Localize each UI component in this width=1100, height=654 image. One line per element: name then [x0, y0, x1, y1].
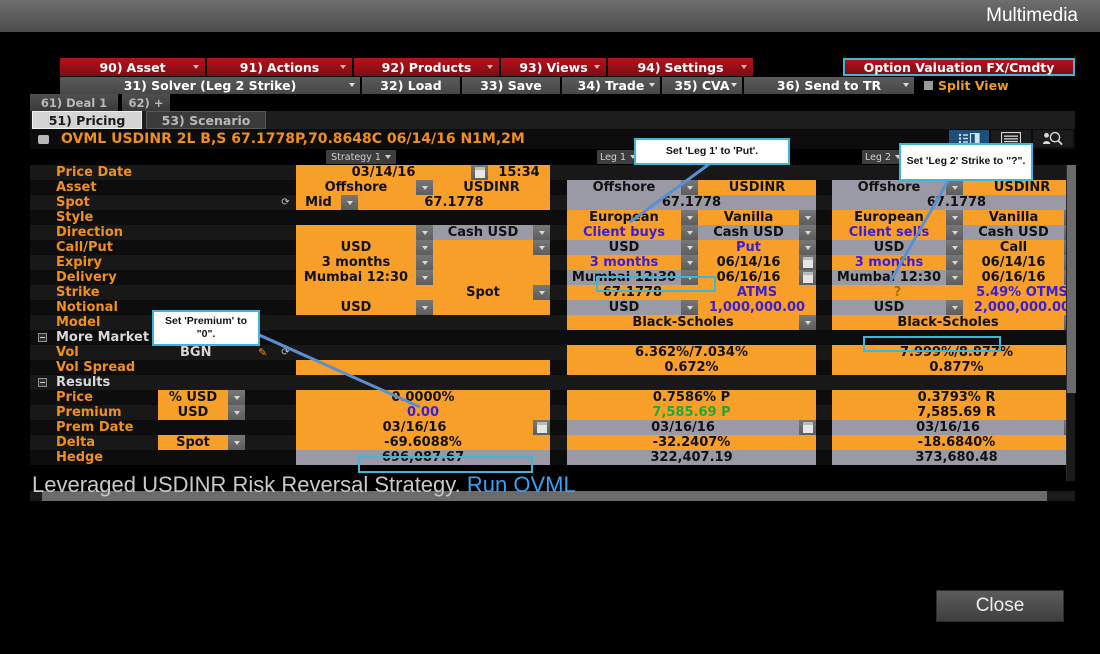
content-stage: 90) Asset 91) Actions 92) Products 93) Views 94)… — [0, 32, 1100, 654]
window-title-bar: Multimedia — [0, 0, 1100, 32]
callout-leg1-put: Set 'Leg 1' to 'Put'. — [634, 138, 790, 165]
window-title: Multimedia — [986, 5, 1078, 26]
callout-premium-zero: Set 'Premium' to "0". — [152, 310, 260, 346]
callout-leg2-strike: Set 'Leg 2' Strike to "?". — [899, 143, 1033, 181]
